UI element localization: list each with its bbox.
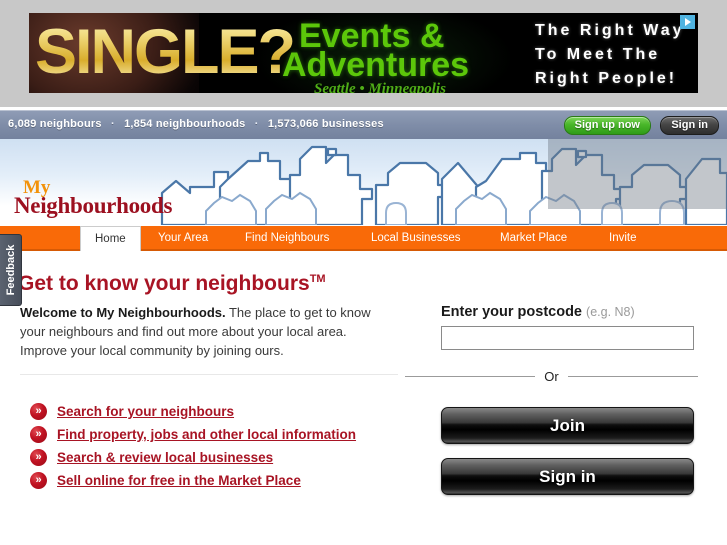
feature-link-list: » Search for your neighbours » Find prop… [30,400,356,492]
nav-item-find-neighbours[interactable]: Find Neighbours [245,226,329,251]
chevron-double-right-icon: » [30,472,47,489]
welcome-paragraph: Welcome to My Neighbourhoods. The place … [20,303,392,360]
or-divider-text: Or [544,368,559,384]
list-item[interactable]: » Search & review local businesses [30,446,356,469]
list-item[interactable]: » Find property, jobs and other local in… [30,423,356,446]
trademark-symbol: TM [309,273,326,285]
link-find-property[interactable]: Find property, jobs and other local info… [57,427,356,442]
stat-separator-2: · [254,118,259,130]
chevron-double-right-icon: » [30,449,47,466]
main-navigation: Home Your Area Find Neighbours Local Bus… [0,226,727,251]
nav-item-invite[interactable]: Invite [609,226,637,251]
signin-button[interactable]: Sign in [441,458,694,495]
stat-separator-1: · [110,118,115,130]
postcode-label-text: Enter your postcode [441,304,582,320]
advertisement-banner[interactable]: SINGLE? Events & Adventures Seattle • Mi… [29,13,698,93]
link-review-businesses[interactable]: Search & review local businesses [57,450,273,465]
page-title: Get to know your neighboursTM [18,272,326,296]
postcode-label: Enter your postcode (e.g. N8) [441,304,635,320]
ad-headline: SINGLE? [35,13,296,93]
signin-top-button[interactable]: Sign in [660,116,719,135]
adchoices-icon[interactable] [680,15,695,29]
ad-tagline-line-3: Right People! [535,70,678,87]
ad-cities: Seattle • Minneapolis [314,81,446,93]
stat-businesses: 1,573,066 businesses [267,118,384,130]
nav-item-home[interactable]: Home [80,226,141,251]
advertisement-strip: SINGLE? Events & Adventures Seattle • Mi… [0,0,727,107]
nav-item-market-place[interactable]: Market Place [500,226,567,251]
main-content: Get to know your neighboursTM Welcome to… [0,251,727,545]
list-item[interactable]: » Search for your neighbours [30,400,356,423]
nav-item-local-businesses[interactable]: Local Businesses [371,226,461,251]
header-overlay-panel [548,139,727,209]
or-divider-line-right [567,375,699,377]
site-header: My Neighbourhoods [0,139,727,225]
feedback-tab[interactable]: Feedback [0,234,22,306]
list-item[interactable]: » Sell online for free in the Market Pla… [30,469,356,492]
content-divider [20,374,398,375]
welcome-lead: Welcome to My Neighbourhoods. [20,305,226,320]
postcode-input[interactable] [441,326,694,350]
or-divider-line-left [405,375,536,377]
ad-tagline-line-2: To Meet The [535,46,661,63]
join-button[interactable]: Join [441,407,694,444]
feedback-tab-label: Feedback [4,244,17,296]
page-title-text: Get to know your neighbours [18,272,310,295]
signup-now-button[interactable]: Sign up now [563,116,651,135]
or-divider: Or [405,368,699,384]
stat-neighbours: 6,089 neighbours [8,118,102,130]
stats-bar: 6,089 neighbours · 1,854 neighbourhoods … [0,110,727,139]
site-stats: 6,089 neighbours · 1,854 neighbourhoods … [8,118,384,130]
chevron-double-right-icon: » [30,403,47,420]
ad-line-adventures: Adventures [282,46,470,84]
chevron-double-right-icon: » [30,426,47,443]
ad-tagline-line-1: The Right Way [535,22,685,39]
stat-neighbourhoods: 1,854 neighbourhoods [124,118,246,130]
link-search-neighbours[interactable]: Search for your neighbours [57,404,234,419]
nav-item-your-area[interactable]: Your Area [158,226,208,251]
postcode-hint: (e.g. N8) [586,305,635,319]
link-sell-market-place[interactable]: Sell online for free in the Market Place [57,473,301,488]
logo-text-neighbourhoods: Neighbourhoods [14,193,173,218]
